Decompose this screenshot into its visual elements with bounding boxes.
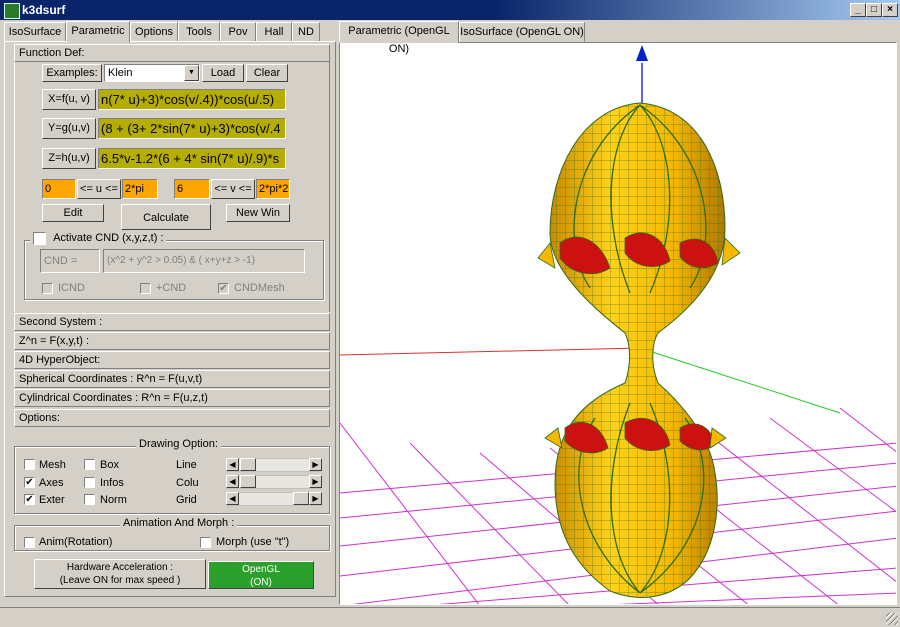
line-slider-left-arrow-icon[interactable]: ◀	[226, 458, 239, 471]
cnd-title: Activate CND (x,y,z,t) :	[30, 232, 167, 246]
examples-select[interactable]: Klein ▼	[104, 64, 200, 82]
hardware-line1: Hardware Acceleration :	[66, 562, 174, 573]
u-min-input[interactable]: 0	[42, 179, 76, 199]
x-axis	[340, 347, 641, 356]
exter-label: Exter	[39, 494, 65, 506]
opengl-line2: (ON)	[250, 577, 272, 588]
chevron-down-icon[interactable]: ▼	[184, 65, 199, 81]
cndmesh-label: CNDMesh	[234, 282, 285, 294]
examples-label: Examples:	[42, 64, 102, 82]
axes-label: Axes	[39, 477, 64, 489]
infos-label: Infos	[100, 477, 124, 489]
norm-label: Norm	[100, 494, 127, 506]
mesh-label: Mesh	[39, 459, 66, 471]
line-slider-thumb[interactable]	[240, 458, 256, 471]
edit-button[interactable]: Edit	[42, 204, 104, 222]
z-function-label[interactable]: Z=h(u,v)	[42, 148, 96, 169]
cnd-label: CND =	[40, 249, 100, 273]
cndmesh-checkbox[interactable]: ✔	[218, 283, 229, 294]
hardware-acceleration-label: Hardware Acceleration : (Leave ON for ma…	[34, 559, 206, 589]
tab-options[interactable]: Options	[130, 22, 178, 42]
cnd-input[interactable]: (x^2 + y^2 > 0.05) & ( x+y+z > -1)	[103, 249, 305, 273]
status-bar	[0, 607, 900, 627]
tab-isosurface-opengl[interactable]: IsoSurface (OpenGL ON)	[459, 22, 585, 42]
icnd-checkbox[interactable]	[42, 283, 53, 294]
tab-nd[interactable]: ND	[292, 22, 320, 42]
icnd-label: ICND	[58, 282, 85, 294]
tab-pov[interactable]: Pov	[220, 22, 256, 42]
parametric-surface-render	[340, 45, 896, 604]
x-function-input[interactable]: n(7* u)+3)*cos(v/.4))*cos(u/.5)	[98, 89, 286, 110]
activate-cnd-label: Activate CND (x,y,z,t) :	[53, 232, 164, 245]
grid-slider-left-arrow-icon[interactable]: ◀	[226, 492, 239, 505]
y-function-input[interactable]: (8 + (3+ 2*sin(7* u)+3)*cos(v/.4	[98, 118, 286, 139]
morph-checkbox[interactable]	[200, 537, 211, 548]
new-win-button[interactable]: New Win	[226, 204, 290, 222]
grid-label: Grid	[176, 494, 197, 506]
pcnd-checkbox[interactable]	[140, 283, 151, 294]
surface-shape	[537, 102, 741, 598]
minimize-button[interactable]: _	[850, 3, 866, 17]
load-button[interactable]: Load	[202, 64, 244, 82]
hardware-line2: (Leave ON for max speed )	[59, 575, 181, 586]
maximize-button[interactable]: □	[866, 3, 882, 17]
u-range-button[interactable]: <= u <=	[77, 179, 121, 199]
box-label: Box	[100, 459, 119, 471]
section-spherical[interactable]: Spherical Coordinates : R^n = F(u,v,t)	[14, 370, 330, 388]
opengl-toggle-button[interactable]: OpenGL (ON)	[208, 561, 314, 589]
u-max-input[interactable]: 2*pi	[122, 179, 158, 199]
y-function-label[interactable]: Y=g(u,v)	[42, 118, 96, 139]
axes-checkbox[interactable]: ✔	[24, 477, 35, 488]
section-options[interactable]: Options:	[14, 409, 330, 427]
colu-slider-left-arrow-icon[interactable]: ◀	[226, 475, 239, 488]
anim-rotation-label: Anim(Rotation)	[39, 536, 113, 548]
morph-label: Morph (use "t")	[216, 536, 290, 548]
calculate-button[interactable]: Calculate	[121, 204, 211, 230]
mesh-checkbox[interactable]	[24, 459, 35, 470]
x-function-label[interactable]: X=f(u, v)	[42, 89, 96, 110]
clear-button[interactable]: Clear	[246, 64, 288, 82]
tab-isosurface[interactable]: IsoSurface	[4, 22, 66, 42]
examples-value: Klein	[108, 67, 133, 79]
opengl-line1: OpenGL	[242, 564, 280, 575]
line-slider-right-arrow-icon[interactable]: ▶	[309, 458, 322, 471]
opengl-viewport[interactable]	[339, 42, 897, 605]
section-zn[interactable]: Z^n = F(x,y,t) :	[14, 332, 330, 350]
exter-checkbox[interactable]: ✔	[24, 494, 35, 505]
v-range-button[interactable]: <= v <=	[211, 179, 255, 199]
grid-slider-thumb[interactable]	[293, 492, 309, 505]
grid-slider-right-arrow-icon[interactable]: ▶	[309, 492, 322, 505]
section-second-system[interactable]: Second System :	[14, 313, 330, 331]
v-min-input[interactable]: 6	[174, 179, 210, 199]
v-max-input[interactable]: 2*pi*2.6	[256, 179, 290, 199]
infos-checkbox[interactable]	[84, 477, 95, 488]
norm-checkbox[interactable]	[84, 494, 95, 505]
activate-cnd-checkbox[interactable]	[33, 232, 46, 245]
line-label: Line	[176, 459, 197, 471]
section-4d-hyperobject[interactable]: 4D HyperObject:	[14, 351, 330, 369]
close-button[interactable]: ×	[882, 3, 898, 17]
tab-tools[interactable]: Tools	[178, 22, 220, 42]
function-def-header[interactable]: Function Def:	[14, 44, 330, 62]
animation-title: Animation And Morph :	[120, 517, 238, 529]
app-icon	[4, 3, 20, 19]
tab-parametric-opengl[interactable]: Parametric (OpenGL ON)	[339, 21, 459, 55]
drawing-option-title: Drawing Option:	[136, 438, 221, 450]
colu-slider-thumb[interactable]	[240, 475, 256, 488]
pcnd-label: +CND	[156, 282, 187, 294]
section-cylindrical[interactable]: Cylindrical Coordinates : R^n = F(u,z,t)	[14, 389, 330, 407]
resize-grip-icon[interactable]	[886, 613, 898, 625]
z-function-input[interactable]: 6.5*v-1.2*(6 + 4* sin(7* u)/.9)*s	[98, 148, 286, 169]
anim-rotation-checkbox[interactable]	[24, 537, 35, 548]
title-bar: k3dsurf	[0, 0, 900, 20]
z-axis-arrow-icon	[636, 45, 648, 61]
colu-label: Colu	[176, 477, 199, 489]
window-title: k3dsurf	[22, 3, 66, 17]
tab-parametric[interactable]: Parametric	[66, 21, 130, 43]
colu-slider-right-arrow-icon[interactable]: ▶	[309, 475, 322, 488]
box-checkbox[interactable]	[84, 459, 95, 470]
tab-hall[interactable]: Hall	[256, 22, 292, 42]
